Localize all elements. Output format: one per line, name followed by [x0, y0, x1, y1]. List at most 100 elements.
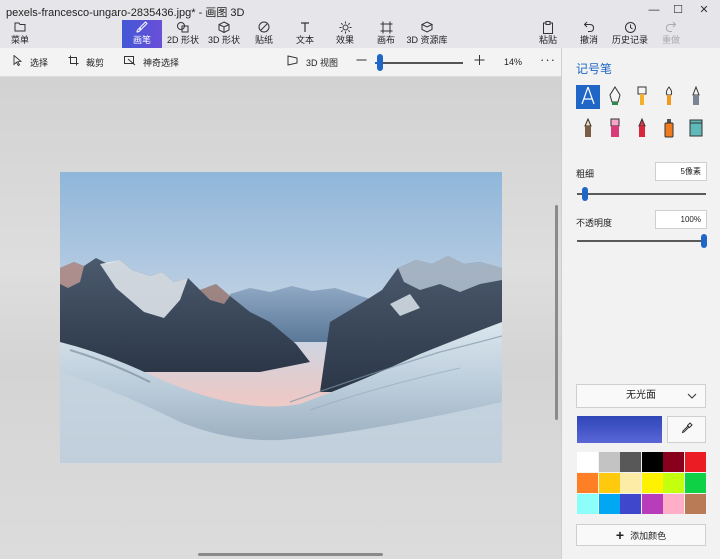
calligraphy-pen-brush[interactable]	[603, 85, 627, 109]
color-swatch[interactable]	[684, 473, 706, 493]
calligraphy-pen-icon	[608, 85, 622, 109]
tab-3d-library[interactable]: 3D 资源库	[406, 20, 448, 48]
color-swatch[interactable]	[641, 494, 663, 514]
menu-label: 菜单	[10, 35, 29, 45]
tab-canvas[interactable]: 画布	[366, 20, 406, 48]
app-header: pexels-francesco-ungaro-2835436.jpg* - 画…	[0, 0, 720, 48]
color-swatch[interactable]	[641, 452, 663, 472]
redo-icon	[651, 21, 691, 35]
eyedropper-button[interactable]	[667, 416, 706, 443]
color-swatch[interactable]	[598, 452, 620, 472]
window-title: pexels-francesco-ungaro-2835436.jpg* - 画…	[6, 7, 245, 19]
more-options-button[interactable]: ···	[540, 52, 556, 67]
eraser-brush[interactable]	[603, 117, 627, 141]
oil-brush-icon	[635, 86, 649, 109]
color-swatch[interactable]	[577, 494, 598, 514]
zoom-slider-thumb[interactable]	[377, 54, 384, 71]
zoom-in-button[interactable]	[474, 53, 485, 70]
3d-view-button[interactable]: 3D 视图	[286, 55, 338, 69]
tab-3d-shapes[interactable]: 3D 形状	[204, 20, 244, 48]
fill-brush[interactable]	[684, 117, 708, 141]
zoom-out-button[interactable]	[356, 53, 367, 70]
current-color-swatch[interactable]	[577, 416, 662, 443]
text-icon	[285, 21, 325, 35]
pencil-brush[interactable]	[576, 117, 600, 141]
undo-label: 撤消	[579, 35, 598, 45]
spray-can-brush[interactable]	[657, 117, 681, 141]
finish-dropdown[interactable]: 无光面	[576, 384, 706, 408]
opacity-slider[interactable]	[577, 240, 706, 242]
oil-brush[interactable]	[630, 85, 654, 109]
tab-2d-shapes-label: 2D 形状	[166, 35, 199, 45]
canvas-toolbar: 选择 裁剪 神奇选择 3D 视图 14% ···	[0, 48, 561, 77]
tab-stickers[interactable]: 贴纸	[244, 20, 284, 48]
crop-button[interactable]: 裁剪	[66, 55, 104, 69]
library-3d-icon	[406, 21, 448, 35]
magic-select-label: 神奇选择	[143, 58, 180, 68]
redo-button[interactable]: 重做	[651, 20, 691, 48]
history-icon	[608, 21, 652, 35]
watercolor-brush[interactable]	[657, 85, 681, 109]
color-swatch[interactable]	[663, 452, 684, 472]
close-button[interactable]: ✕	[694, 2, 714, 18]
color-swatch[interactable]	[577, 452, 598, 472]
brush-icon	[122, 21, 162, 35]
sticker-icon	[244, 21, 284, 35]
color-swatch[interactable]	[663, 473, 684, 493]
vertical-scrollbar[interactable]	[555, 205, 558, 420]
undo-button[interactable]: 撤消	[569, 20, 609, 48]
opacity-input[interactable]: 100%	[655, 210, 707, 229]
pixel-pen-brush[interactable]	[684, 85, 708, 109]
canvas-image[interactable]	[60, 172, 502, 463]
color-swatch[interactable]	[598, 473, 620, 493]
thickness-label: 粗细	[576, 169, 595, 179]
zoom-percentage[interactable]: 14%	[504, 57, 522, 67]
magic-select-icon	[123, 55, 137, 69]
thickness-slider-thumb[interactable]	[582, 187, 589, 201]
marker-icon	[580, 86, 596, 109]
thickness-slider[interactable]	[577, 193, 706, 195]
history-button[interactable]: 历史记录	[608, 20, 652, 48]
cursor-icon	[10, 54, 24, 69]
sun-icon	[325, 21, 365, 35]
crayon-brush[interactable]	[630, 117, 654, 141]
select-button[interactable]: 选择	[10, 54, 48, 69]
eyedropper-icon	[681, 422, 693, 437]
tab-3d-library-label: 3D 资源库	[406, 35, 448, 45]
color-swatch[interactable]	[620, 452, 641, 472]
tab-brushes[interactable]: 画笔	[122, 20, 162, 48]
color-swatch[interactable]	[598, 494, 620, 514]
magic-select-button[interactable]: 神奇选择	[123, 55, 179, 69]
color-swatch[interactable]	[620, 473, 641, 493]
color-swatch[interactable]	[684, 452, 706, 472]
zoom-slider[interactable]	[375, 62, 463, 64]
opacity-label: 不透明度	[576, 218, 613, 228]
maximize-button[interactable]: ☐	[668, 2, 688, 18]
add-color-button[interactable]: + 添加颜色	[576, 524, 706, 546]
tab-brushes-label: 画笔	[132, 35, 151, 45]
shapes-2d-icon	[163, 21, 203, 35]
mountain-photo	[60, 172, 502, 463]
thickness-input[interactable]: 5像素	[655, 162, 707, 181]
tab-2d-shapes[interactable]: 2D 形状	[163, 20, 203, 48]
undo-icon	[569, 21, 609, 35]
color-swatch[interactable]	[577, 473, 598, 493]
paste-button[interactable]: 粘贴	[528, 20, 568, 48]
chevron-down-icon	[687, 385, 697, 415]
marker-brush[interactable]	[576, 85, 600, 109]
color-swatch[interactable]	[620, 494, 641, 514]
horizontal-scrollbar[interactable]	[198, 553, 383, 556]
finish-value: 无光面	[626, 390, 656, 401]
tab-stickers-label: 贴纸	[254, 35, 273, 45]
menu-button[interactable]: 菜单	[0, 20, 40, 48]
minimize-button[interactable]: —	[644, 2, 664, 18]
tab-text-label: 文本	[295, 35, 314, 45]
tab-effects[interactable]: 效果	[325, 20, 365, 48]
opacity-slider-thumb[interactable]	[701, 234, 707, 248]
color-swatch[interactable]	[684, 494, 706, 514]
fill-bucket-icon	[688, 118, 704, 141]
clipboard-icon	[528, 21, 568, 35]
color-swatch[interactable]	[641, 473, 663, 493]
tab-text[interactable]: 文本	[285, 20, 325, 48]
color-swatch[interactable]	[663, 494, 684, 514]
